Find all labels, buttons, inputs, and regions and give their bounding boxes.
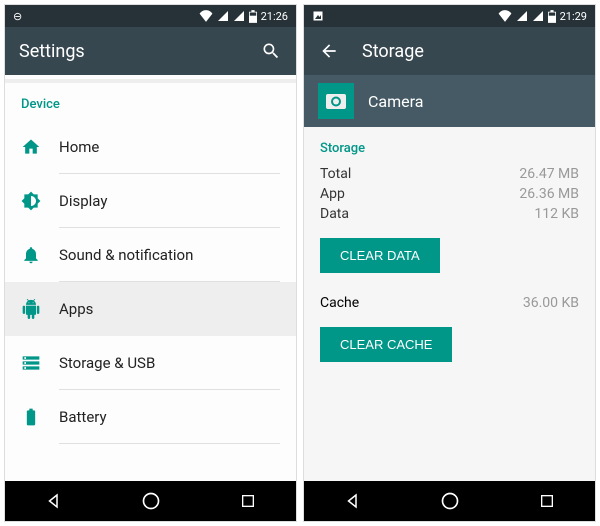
page-title: Storage: [362, 41, 581, 62]
row-value: 36.00 KB: [523, 295, 579, 311]
display-icon: [21, 191, 59, 211]
storage-icon: [21, 353, 59, 373]
screenshot-icon: [312, 10, 324, 22]
dnd-icon: ⊖: [13, 10, 22, 23]
signal-icon: [516, 10, 528, 22]
page-title: Settings: [19, 41, 260, 62]
item-label: Display: [59, 174, 280, 228]
app-bar: Settings: [5, 27, 296, 75]
item-label: Storage & USB: [59, 336, 280, 390]
item-label: Home: [59, 120, 280, 174]
status-bar: 21:29: [304, 5, 595, 27]
storage-cache-row: Cache 36.00 KB: [304, 287, 595, 313]
nav-back-icon[interactable]: [42, 489, 66, 513]
app-bar: Storage: [304, 27, 595, 75]
nav-home-icon[interactable]: [139, 489, 163, 513]
row-label: Data: [320, 206, 349, 222]
row-value: 26.47 MB: [519, 166, 579, 182]
signal-icon: [532, 10, 544, 22]
navigation-bar: [5, 481, 296, 521]
settings-item-battery[interactable]: Battery: [5, 390, 296, 444]
back-arrow-icon[interactable]: [318, 40, 340, 62]
item-label: Sound & notification: [59, 228, 280, 282]
signal-icon: [217, 10, 229, 22]
signal-icon: [233, 10, 245, 22]
item-label: Apps: [59, 282, 280, 336]
home-icon: [21, 137, 59, 157]
row-label: Total: [320, 166, 351, 182]
row-label: App: [320, 186, 345, 202]
camera-app-icon: [318, 83, 354, 119]
navigation-bar: [304, 481, 595, 521]
settings-item-sound[interactable]: Sound & notification: [5, 228, 296, 282]
nav-recent-icon[interactable]: [535, 489, 559, 513]
row-label: Cache: [320, 295, 359, 311]
battery-icon: [249, 10, 257, 23]
clear-data-button[interactable]: CLEAR DATA: [320, 238, 440, 273]
settings-item-apps[interactable]: Apps: [5, 282, 296, 336]
section-label: Device: [5, 83, 296, 120]
storage-total-row: Total 26.47 MB: [304, 164, 595, 184]
nav-recent-icon[interactable]: [236, 489, 260, 513]
battery-icon: [21, 407, 59, 427]
nav-home-icon[interactable]: [438, 489, 462, 513]
row-value: 112 KB: [534, 206, 579, 222]
item-label: Battery: [59, 390, 280, 444]
storage-screen: 21:29 Storage Camera Storage Total 26.47…: [303, 4, 596, 522]
status-bar: ⊖ 21:26: [5, 5, 296, 27]
storage-content: Storage Total 26.47 MB App 26.36 MB Data…: [304, 127, 595, 481]
search-icon[interactable]: [260, 40, 282, 62]
bell-icon: [21, 245, 59, 265]
storage-data-row: Data 112 KB: [304, 204, 595, 224]
clock-text: 21:29: [560, 10, 587, 23]
battery-icon: [548, 10, 556, 23]
clock-text: 21:26: [261, 10, 288, 23]
app-name: Camera: [368, 92, 423, 111]
settings-item-display[interactable]: Display: [5, 174, 296, 228]
settings-item-home[interactable]: Home: [5, 120, 296, 174]
settings-item-storage[interactable]: Storage & USB: [5, 336, 296, 390]
app-subheader: Camera: [304, 75, 595, 127]
settings-screen: ⊖ 21:26 Settings Device Home: [4, 4, 297, 522]
clear-cache-button[interactable]: CLEAR CACHE: [320, 327, 452, 362]
wifi-icon: [199, 10, 213, 22]
wifi-icon: [498, 10, 512, 22]
settings-content: Device Home Display Sound & notification…: [5, 75, 296, 481]
section-label: Storage: [304, 127, 595, 164]
storage-app-row: App 26.36 MB: [304, 184, 595, 204]
nav-back-icon[interactable]: [341, 489, 365, 513]
row-value: 26.36 MB: [519, 186, 579, 202]
android-icon: [21, 299, 59, 319]
